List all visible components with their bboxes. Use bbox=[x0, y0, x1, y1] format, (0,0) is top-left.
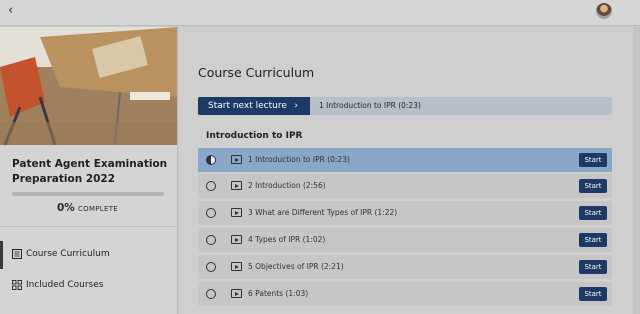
video-icon bbox=[231, 181, 242, 190]
lecture-row[interactable]: 1 Introduction to IPR (0:23) Start bbox=[198, 148, 612, 172]
start-button[interactable]: Start bbox=[579, 233, 607, 247]
course-hero-image bbox=[0, 27, 177, 145]
incomplete-circle-icon bbox=[206, 208, 216, 218]
main-content: Course Curriculum Start next lecture › 1… bbox=[179, 27, 640, 314]
start-button[interactable]: Start bbox=[579, 287, 607, 301]
sidebar-item-label: Included Courses bbox=[26, 280, 104, 290]
video-icon bbox=[231, 262, 242, 271]
start-button[interactable]: Start bbox=[579, 206, 607, 220]
user-avatar[interactable] bbox=[596, 3, 612, 19]
back-chevron-icon[interactable]: ‹ bbox=[8, 3, 22, 19]
sidebar-divider bbox=[0, 226, 177, 227]
lecture-row[interactable]: 6 Patents (1:03) Start bbox=[198, 282, 612, 306]
course-title: Patent Agent Examination Preparation 202… bbox=[12, 158, 168, 185]
video-icon bbox=[231, 155, 242, 164]
sidebar: Patent Agent Examination Preparation 202… bbox=[0, 27, 178, 314]
hero-illustration bbox=[0, 27, 177, 145]
incomplete-circle-icon bbox=[206, 289, 216, 299]
progress-percent: 0% bbox=[56, 202, 75, 214]
lecture-title: 5 Objectives of IPR (2:21) bbox=[248, 262, 344, 271]
next-lecture-title: 1 Introduction to IPR (0:23) bbox=[319, 101, 421, 110]
start-button[interactable]: Start bbox=[579, 260, 607, 274]
incomplete-circle-icon bbox=[206, 235, 216, 245]
lecture-title: 3 What are Different Types of IPR (1:22) bbox=[248, 208, 398, 217]
lecture-row[interactable]: 3 What are Different Types of IPR (1:22)… bbox=[198, 201, 612, 225]
sidebar-item-course-curriculum[interactable]: Course Curriculum bbox=[0, 241, 177, 269]
start-next-lecture-label: Start next lecture bbox=[208, 101, 287, 111]
lecture-title: 4 Types of IPR (1:02) bbox=[248, 235, 326, 244]
incomplete-circle-icon bbox=[206, 262, 216, 272]
video-icon bbox=[231, 289, 242, 298]
top-bar: ‹ bbox=[0, 0, 640, 26]
start-button[interactable]: Start bbox=[579, 179, 607, 193]
video-icon bbox=[231, 235, 242, 244]
incomplete-circle-icon bbox=[206, 181, 216, 191]
scrollbar[interactable] bbox=[633, 27, 640, 314]
start-button[interactable]: Start bbox=[579, 153, 607, 167]
section-title: Introduction to IPR bbox=[206, 131, 303, 141]
start-next-lecture-button[interactable]: Start next lecture › bbox=[198, 97, 310, 115]
next-lecture-bar: Start next lecture › 1 Introduction to I… bbox=[198, 97, 612, 115]
chevron-right-icon: › bbox=[294, 101, 298, 111]
progress-text: 0% COMPLETE bbox=[0, 202, 175, 214]
list-icon bbox=[12, 249, 22, 259]
lecture-row[interactable]: 2 Introduction (2:56) Start bbox=[198, 174, 612, 198]
lecture-title: 6 Patents (1:03) bbox=[248, 289, 309, 298]
sidebar-item-label: Course Curriculum bbox=[26, 249, 110, 259]
grid-icon bbox=[12, 280, 22, 290]
in-progress-icon bbox=[206, 155, 216, 165]
page-title: Course Curriculum bbox=[198, 65, 315, 80]
progress-label: COMPLETE bbox=[77, 205, 119, 213]
video-icon bbox=[231, 208, 242, 217]
progress-bar bbox=[12, 192, 164, 196]
lecture-title: 2 Introduction (2:56) bbox=[248, 181, 326, 190]
sidebar-item-included-courses[interactable]: Included Courses bbox=[0, 272, 177, 300]
lecture-title: 1 Introduction to IPR (0:23) bbox=[248, 155, 350, 164]
lecture-row[interactable]: 5 Objectives of IPR (2:21) Start bbox=[198, 255, 612, 279]
lecture-row[interactable]: 4 Types of IPR (1:02) Start bbox=[198, 228, 612, 252]
